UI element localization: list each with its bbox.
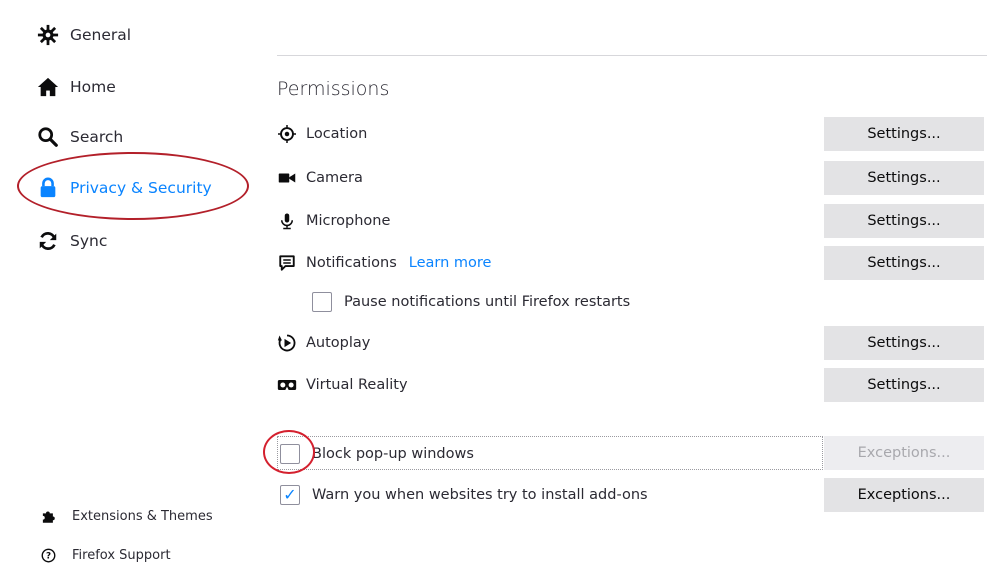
permission-label: Autoplay	[306, 335, 371, 351]
camera-icon	[277, 168, 297, 188]
microphone-icon	[277, 211, 297, 231]
virtual-reality-settings-button[interactable]: Settings...	[824, 368, 984, 402]
autoplay-icon	[277, 333, 297, 353]
sidebar-item-label: Search	[70, 128, 124, 146]
notifications-settings-button[interactable]: Settings...	[824, 246, 984, 280]
main-content: Permissions Location Settings... Camera …	[263, 0, 987, 563]
pause-notifications-label: Pause notifications until Firefox restar…	[344, 294, 631, 310]
permission-row-virtual-reality: Virtual Reality Settings...	[277, 368, 987, 402]
sync-icon	[36, 229, 60, 253]
footer-item-label: Extensions & Themes	[72, 508, 213, 524]
checkmark-icon: ✓	[283, 485, 297, 504]
addons-exceptions-button[interactable]: Exceptions...	[824, 478, 984, 512]
learn-more-link[interactable]: Learn more	[409, 255, 492, 271]
sidebar-item-label: Home	[70, 78, 116, 96]
sidebar-item-general[interactable]: General	[36, 18, 131, 52]
permission-row-microphone: Microphone Settings...	[277, 204, 987, 238]
warn-addons-checkbox[interactable]: ✓	[280, 485, 300, 505]
sidebar-item-label: Sync	[70, 232, 108, 250]
permission-label: Virtual Reality	[306, 377, 408, 393]
gear-icon	[36, 23, 60, 47]
permission-row-camera: Camera Settings...	[277, 161, 987, 195]
pause-notifications-checkbox[interactable]	[312, 292, 332, 312]
footer-item-label: Firefox Support	[72, 547, 171, 563]
permission-label: Microphone	[306, 213, 391, 229]
permission-label: Location	[306, 126, 368, 142]
location-settings-button[interactable]: Settings...	[824, 117, 984, 151]
permissions-heading: Permissions	[277, 78, 390, 100]
home-icon	[36, 75, 60, 99]
sidebar-item-home[interactable]: Home	[36, 70, 116, 104]
autoplay-settings-button[interactable]: Settings...	[824, 326, 984, 360]
help-icon: ?	[40, 547, 56, 563]
sidebar: General Home Search Privacy & Security S…	[0, 0, 250, 563]
permission-label: Notifications	[306, 255, 397, 271]
svg-text:?: ?	[45, 551, 50, 561]
sidebar-firefox-support[interactable]: ? Firefox Support	[40, 544, 171, 563]
puzzle-icon	[40, 508, 56, 524]
sidebar-item-label: General	[70, 26, 132, 44]
vr-headset-icon	[277, 375, 297, 395]
sidebar-extensions-themes[interactable]: Extensions & Themes	[40, 505, 213, 527]
block-popups-label: Block pop-up windows	[312, 446, 474, 462]
permission-row-notifications: Notifications Learn more Settings...	[277, 246, 987, 280]
location-icon	[277, 124, 297, 144]
sidebar-item-search[interactable]: Search	[36, 120, 123, 154]
warn-addons-label: Warn you when websites try to install ad…	[312, 487, 648, 503]
pause-notifications-option[interactable]: Pause notifications until Firefox restar…	[312, 291, 630, 313]
permission-row-location: Location Settings...	[277, 117, 987, 151]
permission-row-autoplay: Autoplay Settings...	[277, 326, 987, 360]
warn-addons-option[interactable]: ✓ Warn you when websites try to install …	[280, 484, 648, 506]
microphone-settings-button[interactable]: Settings...	[824, 204, 984, 238]
permission-label: Camera	[306, 170, 363, 186]
sidebar-item-sync[interactable]: Sync	[36, 224, 107, 258]
notification-icon	[277, 253, 297, 273]
annotation-circle-privacy	[17, 152, 249, 220]
section-divider	[277, 55, 987, 56]
annotation-circle-block-popups	[263, 430, 315, 474]
camera-settings-button[interactable]: Settings...	[824, 161, 984, 195]
popup-exceptions-button[interactable]: Exceptions...	[824, 436, 984, 470]
search-icon	[36, 125, 60, 149]
